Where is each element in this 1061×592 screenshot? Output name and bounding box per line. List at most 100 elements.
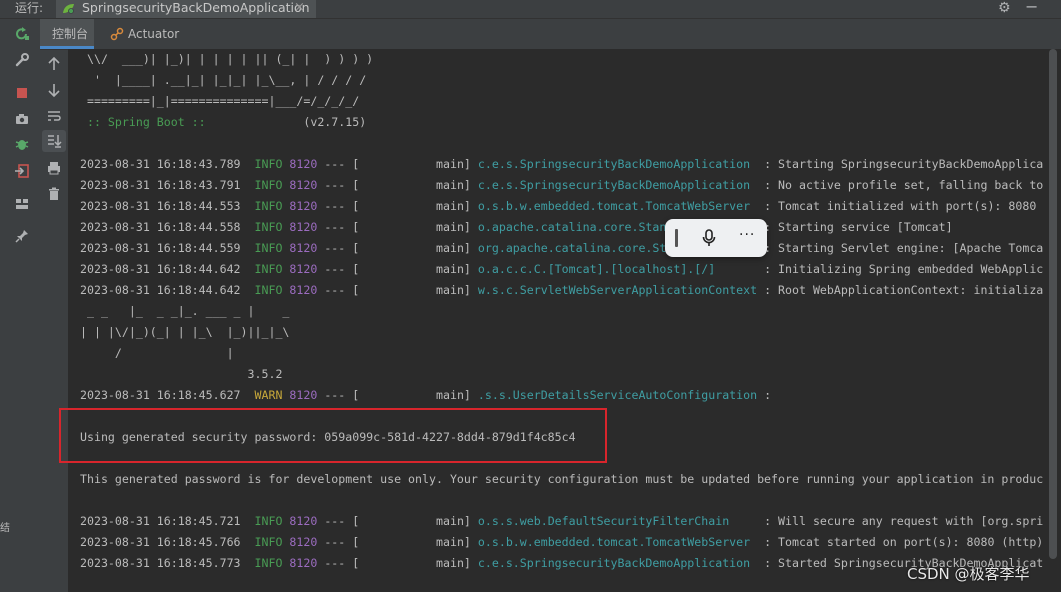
log-timestamp: 2023-08-31 16:18:44.559 bbox=[80, 241, 241, 255]
log-message: : Starting service [Tomcat] bbox=[757, 220, 953, 234]
log-line: 2023-08-31 16:18:43.791 INFO 8120 --- [ … bbox=[80, 177, 1043, 194]
log-timestamp: 2023-08-31 16:18:44.558 bbox=[80, 220, 241, 234]
scroll-to-end-button[interactable] bbox=[42, 130, 66, 152]
log-timestamp: 2023-08-31 16:18:44.553 bbox=[80, 199, 241, 213]
exit-icon[interactable] bbox=[14, 163, 30, 179]
tab-actuator[interactable]: Actuator bbox=[108, 19, 179, 49]
voice-input-toolbar[interactable]: ··· bbox=[665, 219, 767, 257]
log-message: : Will secure any request with [org.spri bbox=[757, 514, 1044, 528]
log-logger[interactable]: c.e.s.SpringsecurityBackDemoApplication bbox=[478, 157, 757, 171]
print-icon[interactable] bbox=[46, 160, 62, 176]
log-timestamp: 2023-08-31 16:18:44.642 bbox=[80, 283, 241, 297]
log-timestamp: 2023-08-31 16:18:43.789 bbox=[80, 157, 241, 171]
log-level: INFO bbox=[254, 283, 283, 297]
close-tab-icon[interactable]: × bbox=[294, 0, 305, 16]
arrow-down-icon[interactable] bbox=[46, 82, 62, 98]
log-thread: main] bbox=[359, 514, 471, 528]
log-pid: 8120 bbox=[289, 283, 318, 297]
console-subtabs: 控制台 Actuator bbox=[40, 19, 1061, 50]
log-thread: main] bbox=[359, 178, 471, 192]
run-config-tab[interactable]: SpringsecurityBackDemoApplication bbox=[56, 0, 316, 18]
drag-handle-icon[interactable] bbox=[675, 229, 678, 247]
log-logger[interactable]: .s.s.UserDetailsServiceAutoConfiguration bbox=[478, 388, 757, 402]
log-timestamp: 2023-08-31 16:18:45.721 bbox=[80, 514, 241, 528]
log-message: : Starting SpringsecurityBackDemoApplica bbox=[757, 157, 1044, 171]
stop-icon[interactable] bbox=[14, 85, 30, 101]
log-separator: --- [ bbox=[324, 535, 360, 549]
log-logger[interactable]: o.s.b.w.embedded.tomcat.TomcatWebServer bbox=[478, 199, 757, 213]
tab-actuator-label: Actuator bbox=[128, 27, 180, 41]
log-line: 2023-08-31 16:18:44.558 INFO 8120 --- [ … bbox=[80, 219, 953, 236]
log-timestamp: 2023-08-31 16:18:45.766 bbox=[80, 535, 241, 549]
password-highlight-box bbox=[59, 408, 607, 463]
console-scrollbar[interactable] bbox=[1046, 49, 1061, 592]
log-pid: 8120 bbox=[289, 388, 318, 402]
log-separator: --- [ bbox=[324, 241, 360, 255]
console-side-toolbar bbox=[40, 50, 68, 592]
log-message: : Tomcat started on port(s): 8080 (http) bbox=[757, 535, 1044, 549]
banner-line: ' |____| .__|_| |_|_| |_\__, | / / / / bbox=[80, 73, 367, 87]
log-message: : Root WebApplicationContext: initializa bbox=[757, 283, 1044, 297]
log-level: INFO bbox=[254, 241, 283, 255]
log-timestamp: 2023-08-31 16:18:43.791 bbox=[80, 178, 241, 192]
log-separator: --- [ bbox=[324, 157, 360, 171]
log-thread: main] bbox=[359, 283, 471, 297]
console-output[interactable]: \\/ ___)| |_)| | | | | || (_| | ) ) ) ) … bbox=[68, 49, 1046, 592]
spring-leaf-icon bbox=[63, 4, 74, 14]
log-separator: --- [ bbox=[324, 199, 360, 213]
log-pid: 8120 bbox=[289, 157, 318, 171]
layout-icon[interactable] bbox=[14, 196, 30, 212]
scroll-to-end-icon bbox=[48, 135, 62, 148]
arrow-up-icon[interactable] bbox=[46, 56, 62, 72]
log-line: 2023-08-31 16:18:45.773 INFO 8120 --- [ … bbox=[80, 555, 1043, 572]
log-line: 2023-08-31 16:18:44.553 INFO 8120 --- [ … bbox=[80, 198, 1036, 215]
spring-boot-version-line: :: Spring Boot :: (v2.7.15) bbox=[80, 114, 366, 131]
log-level: INFO bbox=[254, 535, 283, 549]
log-message: : No active profile set, falling back to bbox=[757, 178, 1044, 192]
run-left-toolbar: 结 bbox=[0, 19, 41, 592]
log-pid: 8120 bbox=[289, 178, 318, 192]
run-tab-title: SpringsecurityBackDemoApplication bbox=[82, 0, 310, 15]
log-level: WARN bbox=[254, 388, 283, 402]
log-pid: 8120 bbox=[289, 514, 318, 528]
log-level: INFO bbox=[254, 220, 283, 234]
log-separator: --- [ bbox=[324, 556, 360, 570]
scroll-thumb[interactable] bbox=[1049, 49, 1057, 559]
dev-note-line: This generated password is for developme… bbox=[80, 472, 1044, 486]
debug-bug-icon[interactable] bbox=[14, 136, 30, 152]
spring-boot-label: :: Spring Boot :: bbox=[80, 115, 213, 129]
log-logger[interactable]: o.a.c.c.C.[Tomcat].[localhost].[/] bbox=[478, 262, 757, 276]
log-pid: 8120 bbox=[289, 262, 318, 276]
rerun-icon[interactable] bbox=[14, 26, 30, 42]
log-logger[interactable]: w.s.c.ServletWebServerApplicationContext bbox=[478, 283, 757, 297]
log-logger[interactable]: c.e.s.SpringsecurityBackDemoApplication bbox=[478, 178, 757, 192]
log-thread: main] bbox=[359, 241, 471, 255]
soft-wrap-icon[interactable] bbox=[46, 108, 62, 124]
microphone-icon[interactable] bbox=[701, 228, 717, 248]
pin-icon[interactable] bbox=[14, 228, 30, 244]
log-line-warn: 2023-08-31 16:18:45.627 WARN 8120 --- [ … bbox=[80, 387, 778, 404]
log-logger[interactable]: o.s.s.web.DefaultSecurityFilterChain bbox=[478, 514, 757, 528]
more-options-icon[interactable]: ··· bbox=[739, 227, 755, 243]
mp-banner-line: / | bbox=[80, 346, 234, 360]
trash-icon[interactable] bbox=[46, 186, 62, 202]
log-thread: main] bbox=[359, 199, 471, 213]
log-line: 2023-08-31 16:18:45.766 INFO 8120 --- [ … bbox=[80, 534, 1043, 551]
tab-console[interactable]: 控制台 bbox=[40, 19, 94, 49]
log-logger[interactable]: c.e.s.SpringsecurityBackDemoApplication bbox=[478, 556, 757, 570]
log-timestamp: 2023-08-31 16:18:44.642 bbox=[80, 262, 241, 276]
minimize-icon[interactable]: − bbox=[1025, 0, 1038, 15]
camera-dump-icon[interactable] bbox=[14, 111, 30, 127]
edit-config-wrench-icon[interactable] bbox=[14, 52, 30, 68]
gear-icon[interactable]: ⚙ bbox=[998, 0, 1011, 16]
log-pid: 8120 bbox=[289, 220, 318, 234]
log-line: 2023-08-31 16:18:45.721 INFO 8120 --- [ … bbox=[80, 513, 1043, 530]
log-message: : Tomcat initialized with port(s): 8080 bbox=[757, 199, 1037, 213]
log-line: 2023-08-31 16:18:44.642 INFO 8120 --- [ … bbox=[80, 282, 1043, 299]
left-edge-label: 结 bbox=[0, 523, 10, 534]
log-line: 2023-08-31 16:18:44.559 INFO 8120 --- [ … bbox=[80, 240, 1043, 257]
log-logger[interactable]: o.s.b.w.embedded.tomcat.TomcatWebServer bbox=[478, 535, 757, 549]
log-thread: main] bbox=[359, 535, 471, 549]
log-thread: main] bbox=[359, 220, 471, 234]
run-toolwindow-header: 运行: SpringsecurityBackDemoApplication × … bbox=[0, 0, 1061, 19]
